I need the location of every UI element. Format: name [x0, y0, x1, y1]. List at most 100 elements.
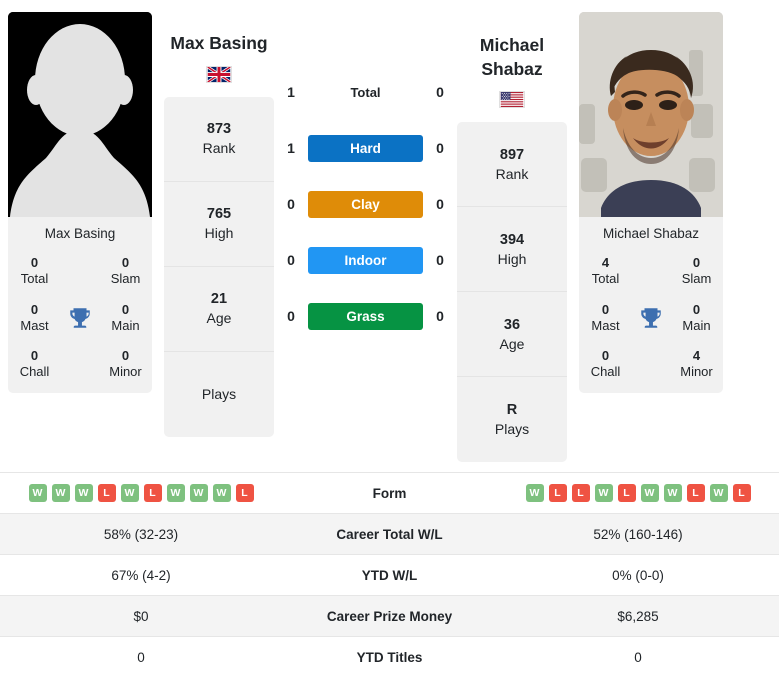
form-badge-w[interactable]: W — [166, 484, 185, 503]
left-titles-minor: 0 Minor — [103, 348, 148, 381]
form-badge-l[interactable]: L — [235, 484, 254, 503]
right-high-label: High — [497, 250, 527, 267]
uk-flag-icon — [206, 65, 232, 83]
right-player-name-line1: Michael — [479, 35, 545, 55]
form-badge-l[interactable]: L — [97, 484, 116, 503]
stats-label-form: Form — [372, 485, 407, 501]
h2h-label-hard[interactable]: Hard — [308, 134, 423, 162]
right-player-caption: Michael Shabaz — [602, 226, 700, 241]
left-titles-chall: 0 Chall — [12, 348, 57, 381]
placeholder-avatar-icon — [8, 12, 152, 217]
left-age-value: 21 — [210, 291, 228, 308]
left-rank-label: Rank — [202, 139, 236, 156]
h2h-left-score-indoor: 0 — [287, 252, 295, 268]
right-titles-mast: 0 Mast — [583, 302, 628, 335]
left-plays-row: Plays — [164, 352, 274, 437]
left-titles-mast: 0 Mast — [12, 302, 57, 335]
right-player-name[interactable]: Michael Shabaz — [457, 34, 567, 81]
right-titles-main: 0 Main — [674, 302, 719, 335]
player-comparison-page: Max Basing 0 Total 0 Slam 0 Mast 0 Main … — [0, 0, 779, 699]
trophy-icon — [57, 305, 103, 331]
right-titles-slam: 0 Slam — [674, 255, 719, 288]
left-titles-mast-label: Mast — [20, 317, 49, 333]
left-high-row: 765 High — [164, 182, 274, 267]
right-titles-chall-value: 0 — [601, 348, 610, 363]
right-rank-card: 897 Rank 394 High 36 Age R Plays — [457, 122, 567, 463]
left-form-strip: WWWLWLWWWL — [4, 484, 278, 503]
right-player-identity: Michael Shabaz 897 Rank 394 High 36 Age … — [453, 12, 571, 463]
right-ytd_wl-cell: 0% (0-0) — [612, 567, 664, 583]
form-badge-w[interactable]: W — [120, 484, 139, 503]
form-badge-w[interactable]: W — [28, 484, 47, 503]
h2h-left-score-clay: 0 — [287, 196, 295, 212]
right-titles-minor-label: Minor — [680, 364, 713, 380]
form-badge-l[interactable]: L — [143, 484, 162, 503]
right-rank-value: 897 — [499, 146, 525, 163]
right-titles-minor-value: 4 — [692, 348, 701, 363]
right-career_total_wl-cell: 52% (160-146) — [593, 526, 683, 542]
form-badge-w[interactable]: W — [709, 484, 728, 503]
form-badge-l[interactable]: L — [732, 484, 751, 503]
left-high-value: 765 — [206, 206, 232, 223]
us-flag-icon — [499, 91, 525, 109]
h2h-right-score-grass: 0 — [436, 308, 444, 324]
right-form-cell: WLLWLWWLWL — [497, 484, 779, 503]
right-plays-value: R — [506, 402, 518, 419]
form-badge-w[interactable]: W — [212, 484, 231, 503]
right-titles-slam-value: 0 — [692, 255, 701, 270]
form-badge-w[interactable]: W — [663, 484, 682, 503]
left-rank-card: 873 Rank 765 High 21 Age Plays — [164, 96, 274, 437]
stats-row-ytd_wl: 67% (4-2) YTD W/L 0% (0-0) — [0, 554, 779, 595]
stats-label-career_total_wl: Career Total W/L — [336, 526, 443, 542]
right-high-row: 394 High — [457, 207, 567, 293]
h2h-right-score-indoor: 0 — [436, 252, 444, 268]
form-badge-l[interactable]: L — [686, 484, 705, 503]
stats-row-career_prize_money: $0 Career Prize Money $6,285 — [0, 595, 779, 637]
h2h-label-grass[interactable]: Grass — [308, 302, 423, 330]
h2h-right-score-clay: 0 — [436, 196, 444, 212]
h2h-row-indoor: 0 Indoor 0 — [278, 232, 453, 288]
right-titles-card: Michael Shabaz 4 Total 0 Slam 0 Mast 0 M… — [579, 217, 723, 393]
stats-label-ytd_wl: YTD W/L — [361, 567, 418, 583]
form-badge-l[interactable]: L — [617, 484, 636, 503]
left-age-row: 21 Age — [164, 267, 274, 352]
form-badge-l[interactable]: L — [548, 484, 567, 503]
h2h-left-score-grass: 0 — [287, 308, 295, 324]
comparison-header: Max Basing 0 Total 0 Slam 0 Mast 0 Main … — [0, 0, 779, 463]
left-titles-total-label: Total — [20, 271, 49, 287]
h2h-row-grass: 0 Grass 0 — [278, 288, 453, 344]
left-player-caption: Max Basing — [44, 226, 116, 241]
left-player-panel: Max Basing 0 Total 0 Slam 0 Mast 0 Main … — [0, 12, 160, 393]
right-titles-main-label: Main — [682, 317, 711, 333]
left-ytd_titles-cell: 0 — [137, 649, 145, 665]
stats-label-career_prize_money: Career Prize Money — [326, 608, 453, 624]
left-titles-slam-label: Slam — [110, 271, 141, 287]
form-badge-w[interactable]: W — [189, 484, 208, 503]
right-player-photo[interactable] — [579, 12, 723, 217]
left-player-name[interactable]: Max Basing — [164, 32, 274, 56]
left-rank-row: 873 Rank — [164, 97, 274, 182]
left-titles-minor-value: 0 — [121, 348, 130, 363]
left-career_total_wl-cell: 58% (32-23) — [103, 526, 179, 542]
left-player-photo[interactable] — [8, 12, 152, 217]
form-badge-w[interactable]: W — [74, 484, 93, 503]
h2h-label-clay[interactable]: Clay — [308, 190, 423, 218]
h2h-label-indoor[interactable]: Indoor — [308, 246, 423, 274]
right-form-strip: WLLWLWWLWL — [501, 484, 775, 503]
right-age-row: 36 Age — [457, 292, 567, 378]
left-rank-value: 873 — [206, 121, 232, 138]
form-badge-w[interactable]: W — [51, 484, 70, 503]
right-ytd_titles-cell: 0 — [634, 649, 642, 665]
right-plays-row: R Plays — [457, 377, 567, 462]
left-titles-slam: 0 Slam — [103, 255, 148, 288]
left-titles-main-value: 0 — [121, 301, 130, 317]
right-plays-label: Plays — [494, 421, 530, 438]
form-badge-w[interactable]: W — [640, 484, 659, 503]
right-titles-mast-value: 0 — [601, 301, 610, 317]
form-badge-w[interactable]: W — [594, 484, 613, 503]
form-badge-w[interactable]: W — [525, 484, 544, 503]
form-badge-l[interactable]: L — [571, 484, 590, 503]
h2h-right-score-total: 0 — [436, 84, 444, 100]
left-titles-total-value: 0 — [30, 255, 39, 270]
right-titles-main-value: 0 — [692, 301, 701, 317]
